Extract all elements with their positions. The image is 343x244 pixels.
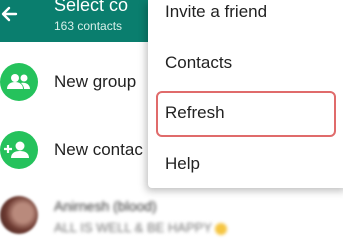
- menu-item-label: Invite a friend: [165, 2, 268, 21]
- add-person-icon: [0, 131, 38, 169]
- avatar: [0, 196, 38, 234]
- emoji-icon: [215, 222, 227, 235]
- screen: Select co 163 contacts New group New con…: [0, 0, 343, 244]
- menu-item-invite-a-friend[interactable]: Invite a friend: [148, 0, 343, 38]
- menu-item-help[interactable]: Help: [148, 140, 343, 190]
- overflow-menu: Invite a friend Contacts Refresh Help: [148, 0, 343, 188]
- contact-name: Anirnesh (blood): [54, 198, 157, 214]
- menu-item-label: Refresh: [165, 103, 225, 122]
- page-title: Select co: [54, 0, 129, 15]
- group-icon: [0, 63, 38, 101]
- menu-item-contacts[interactable]: Contacts: [148, 39, 343, 89]
- arrow-back-icon[interactable]: [0, 3, 22, 25]
- menu-item-refresh[interactable]: Refresh: [148, 89, 343, 139]
- menu-item-label: Contacts: [165, 53, 233, 72]
- contact-row[interactable]: [0, 194, 343, 244]
- new-group-label: New group: [54, 72, 137, 91]
- contact-count: 163 contacts: [54, 19, 123, 33]
- new-contact-label: New contac: [54, 140, 143, 159]
- contact-status: ALL IS WELL & BE HAPPY: [54, 220, 227, 235]
- menu-item-label: Help: [165, 154, 200, 173]
